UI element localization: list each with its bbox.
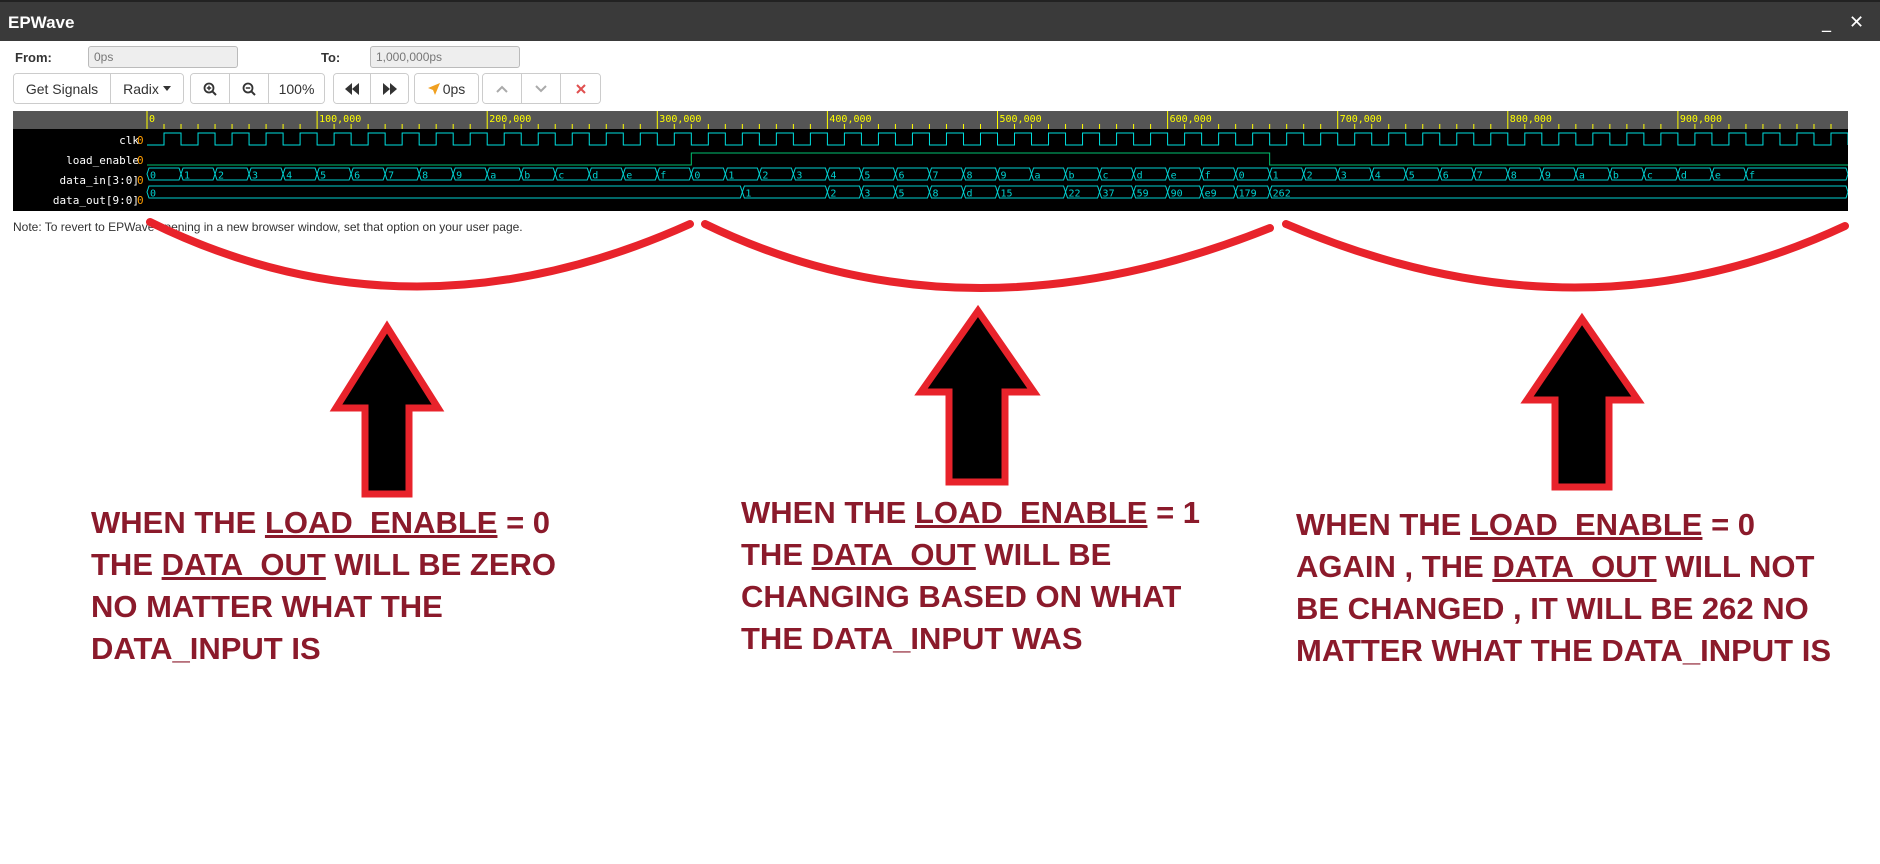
annotation-line: BE CHANGED , IT WILL BE 262 NO bbox=[1296, 588, 1831, 630]
annotation-underlined-term: DATA_OUT bbox=[161, 547, 326, 582]
annotation-overlay bbox=[146, 218, 1849, 498]
annotation-segment: DATA_INPUT IS bbox=[91, 631, 321, 666]
annotation-segment: AGAIN , THE bbox=[1296, 549, 1493, 584]
annotation-underlined-term: LOAD_ENABLE bbox=[1469, 507, 1703, 542]
up-arrow-icon-3 bbox=[1520, 312, 1645, 491]
annotation-line: AGAIN , THE DATA_OUT WILL NOT bbox=[1296, 546, 1831, 588]
up-arrow-icon-2 bbox=[914, 304, 1041, 486]
annotation-underlined-term: DATA_OUT bbox=[1492, 549, 1657, 584]
annotation-segment: MATTER WHAT THE DATA_INPUT IS bbox=[1296, 633, 1831, 668]
annotation-segment: WHEN THE bbox=[91, 505, 265, 540]
brace-curve-2 bbox=[701, 220, 1274, 292]
brace-curve-1 bbox=[146, 218, 694, 291]
annotation-line: CHANGING BASED ON WHAT bbox=[741, 576, 1200, 618]
annotation-line: THE DATA_OUT WILL BE bbox=[741, 534, 1200, 576]
annotation-segment: THE DATA_INPUT WAS bbox=[741, 621, 1083, 656]
annotation-line: MATTER WHAT THE DATA_INPUT IS bbox=[1296, 630, 1831, 672]
annotation-text-load-enable-1: WHEN THE LOAD_ENABLE = 1 THE DATA_OUT WIL… bbox=[741, 492, 1200, 660]
annotation-segment: THE bbox=[91, 547, 162, 582]
annotation-text-load-enable-0-again: WHEN THE LOAD_ENABLE = 0 AGAIN , THE DATA… bbox=[1296, 504, 1831, 672]
annotation-segment: WILL BE ZERO bbox=[325, 547, 557, 582]
annotation-line: DATA_INPUT IS bbox=[91, 628, 556, 670]
annotation-segment: WHEN THE bbox=[741, 495, 915, 530]
up-arrow-icon-1 bbox=[329, 320, 445, 498]
annotation-segment: WILL NOT bbox=[1656, 549, 1815, 584]
annotation-line: WHEN THE LOAD_ENABLE = 0 bbox=[91, 502, 556, 544]
annotation-text-load-enable-0: WHEN THE LOAD_ENABLE = 0 THE DATA_OUT WIL… bbox=[91, 502, 556, 670]
annotation-line: WHEN THE LOAD_ENABLE = 1 bbox=[741, 492, 1200, 534]
annotation-segment: THE bbox=[741, 537, 812, 572]
annotation-line: NO MATTER WHAT THE bbox=[91, 586, 556, 628]
annotation-line: THE DATA_INPUT WAS bbox=[741, 618, 1200, 660]
annotation-line: WHEN THE LOAD_ENABLE = 0 bbox=[1296, 504, 1831, 546]
annotation-segment: CHANGING BASED ON WHAT bbox=[741, 579, 1182, 614]
annotation-segment: = 0 bbox=[497, 505, 551, 540]
annotation-segment: WILL BE bbox=[975, 537, 1112, 572]
annotation-segment: WHEN THE bbox=[1296, 507, 1470, 542]
brace-curve-3 bbox=[1282, 220, 1849, 292]
annotation-segment: BE CHANGED , IT WILL BE 262 NO bbox=[1296, 591, 1809, 626]
annotation-segment: = 1 bbox=[1147, 495, 1201, 530]
annotation-segment: = 0 bbox=[1702, 507, 1756, 542]
annotation-underlined-term: LOAD_ENABLE bbox=[264, 505, 498, 540]
annotation-segment: NO MATTER WHAT THE bbox=[91, 589, 443, 624]
annotation-line: THE DATA_OUT WILL BE ZERO bbox=[91, 544, 556, 586]
annotation-underlined-term: LOAD_ENABLE bbox=[914, 495, 1148, 530]
annotation-underlined-term: DATA_OUT bbox=[811, 537, 976, 572]
